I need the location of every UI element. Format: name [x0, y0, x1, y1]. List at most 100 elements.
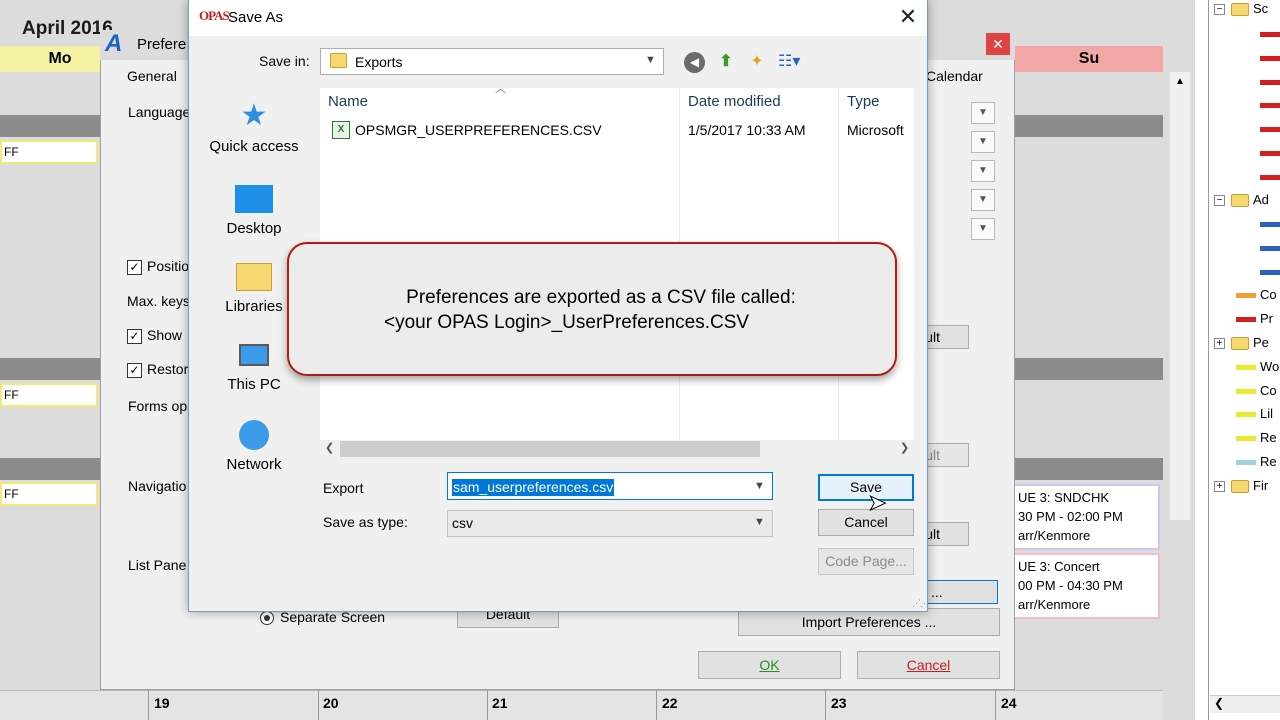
calendar-cell[interactable]: FF [0, 383, 98, 407]
tree-item[interactable]: Co [1236, 287, 1277, 307]
column-header-name[interactable]: Name [328, 93, 368, 110]
scroll-left-arrow-icon[interactable]: ❮ [325, 441, 334, 454]
navigation-label: Navigatio [128, 478, 187, 494]
nav-label: This PC [227, 376, 281, 393]
tab-calendar[interactable]: Calendar [926, 68, 983, 84]
collapse-icon[interactable]: − [1214, 4, 1225, 16]
restore-label: Restor [147, 361, 189, 377]
folder-icon [330, 53, 347, 68]
show-option[interactable]: ✓ Show [127, 327, 182, 344]
tree-item[interactable]: Wo [1236, 359, 1279, 379]
cancel-button[interactable]: Cancel [818, 509, 914, 536]
dropdown-arrow-icon[interactable]: ▼ [971, 102, 995, 124]
dropdown-arrow-icon[interactable]: ▼ [971, 218, 995, 240]
folder-icon [1231, 194, 1249, 208]
tree-item-label: Ad [1253, 192, 1269, 207]
back-icon[interactable]: ◀ [684, 52, 705, 73]
checkbox[interactable]: ✓ [127, 328, 142, 344]
date-number: 24 [1001, 695, 1017, 711]
import-preferences-button[interactable]: Import Preferences ... [738, 608, 1000, 636]
tree-item[interactable]: + Fir [1214, 478, 1268, 498]
tree-item[interactable]: − Sc [1214, 1, 1268, 21]
folder-icon [1231, 337, 1249, 351]
date-divider [148, 690, 149, 720]
calendar-event[interactable]: UE 3: SNDCHK 30 PM - 02:00 PM arr/Kenmor… [1012, 484, 1160, 550]
column-header-date[interactable]: Date modified [688, 93, 781, 110]
new-folder-icon[interactable]: ✦ [746, 52, 768, 72]
cancel-button[interactable]: Cancel [857, 651, 1000, 679]
file-date: 1/5/2017 10:33 AM [688, 122, 806, 138]
tree-item-label: Fir [1253, 478, 1269, 493]
ok-button[interactable]: OK [698, 651, 841, 679]
code-page-button[interactable]: Code Page... [818, 548, 914, 575]
list-pane-label: List Pane [128, 557, 187, 573]
color-swatch [1260, 32, 1280, 37]
event-time: 00 PM - 04:30 PM [1018, 578, 1123, 593]
close-icon[interactable]: ✕ [986, 33, 1010, 55]
calendar-event[interactable]: UE 3: Concert 00 PM - 04:30 PM arr/Kenmo… [1012, 553, 1160, 619]
filename-value[interactable]: sam_userpreferences.csv [452, 479, 615, 496]
tree-item[interactable]: Re [1236, 430, 1277, 450]
expand-icon[interactable]: + [1214, 481, 1225, 493]
scroll-right-arrow-icon[interactable]: ❯ [900, 441, 909, 454]
tree-item[interactable]: Pr [1236, 311, 1273, 331]
nav-network[interactable]: Network [199, 416, 309, 473]
checkbox[interactable]: ✓ [127, 362, 142, 378]
color-swatch [1260, 246, 1280, 251]
network-icon [199, 416, 309, 452]
radio-button[interactable] [260, 611, 274, 626]
file-name[interactable]: OPSMGR_USERPREFERENCES.CSV [355, 122, 602, 138]
dropdown-arrow-icon[interactable]: ▼ [971, 189, 995, 211]
nav-quick-access[interactable]: ★ Quick access [199, 98, 309, 155]
chevron-down-icon[interactable]: ▼ [754, 480, 765, 492]
color-swatch [1236, 412, 1256, 418]
language-label: Language [128, 104, 191, 120]
tree-item[interactable]: − Ad [1214, 192, 1269, 212]
file-type: Microsoft [847, 122, 904, 138]
tree-item[interactable]: + Pe [1214, 335, 1269, 355]
nav-label: Desktop [226, 220, 282, 237]
chevron-down-icon[interactable]: ▼ [645, 54, 656, 66]
calendar-scrollbar[interactable] [1170, 72, 1190, 520]
tree-item[interactable]: Co [1236, 383, 1277, 403]
scrollbar-thumb[interactable] [340, 441, 760, 457]
opas-logo: OPAS [199, 8, 230, 23]
up-folder-icon[interactable]: ⬆ [715, 52, 737, 72]
callout-text-line2: <your OPAS Login>_UserPreferences.CSV [384, 312, 750, 333]
save-as-type-dropdown[interactable] [447, 510, 773, 537]
position-option[interactable]: ✓ Positio [127, 258, 189, 275]
date-number: 22 [662, 695, 678, 711]
desktop-icon [199, 180, 309, 216]
dropdown-arrow-icon[interactable]: ▼ [971, 131, 995, 153]
color-swatch [1260, 80, 1280, 85]
tree-item-label: Co [1260, 383, 1277, 398]
column-header-type[interactable]: Type [847, 93, 880, 110]
tree-item[interactable]: Lil [1236, 406, 1273, 426]
forms-label: Forms op [128, 398, 188, 414]
date-divider [825, 690, 826, 720]
close-icon[interactable]: ✕ [893, 3, 923, 31]
tree-scrollbar[interactable]: ❮ [1210, 695, 1280, 713]
color-swatch [1236, 460, 1256, 466]
expand-icon[interactable]: + [1214, 338, 1225, 350]
nav-desktop[interactable]: Desktop [199, 180, 309, 237]
dropdown-arrow-icon[interactable]: ▼ [971, 160, 995, 182]
color-swatch [1236, 365, 1256, 371]
calendar-cell[interactable]: FF [0, 140, 98, 164]
tab-general[interactable]: General [127, 68, 177, 84]
collapse-icon[interactable]: − [1214, 195, 1225, 207]
tree-item-label: Re [1260, 430, 1277, 445]
restore-option[interactable]: ✓ Restor [127, 361, 188, 378]
calendar-cell[interactable]: FF [0, 482, 98, 506]
view-menu-icon[interactable]: ☷▾ [778, 52, 800, 72]
checkbox[interactable]: ✓ [127, 259, 142, 275]
save-as-type-value: csv [452, 515, 473, 531]
scroll-up-arrow-icon[interactable]: ▲ [1174, 76, 1186, 88]
scroll-left-arrow-icon[interactable]: ❮ [1214, 696, 1224, 710]
chevron-down-icon[interactable]: ▼ [754, 516, 765, 528]
save-button[interactable]: Save [818, 474, 914, 501]
tree-item[interactable]: Re [1236, 454, 1277, 474]
save-as-titlebar [189, 0, 927, 36]
resize-grip-icon[interactable]: ⋰⋰ [912, 598, 929, 609]
show-label: Show [147, 327, 183, 343]
